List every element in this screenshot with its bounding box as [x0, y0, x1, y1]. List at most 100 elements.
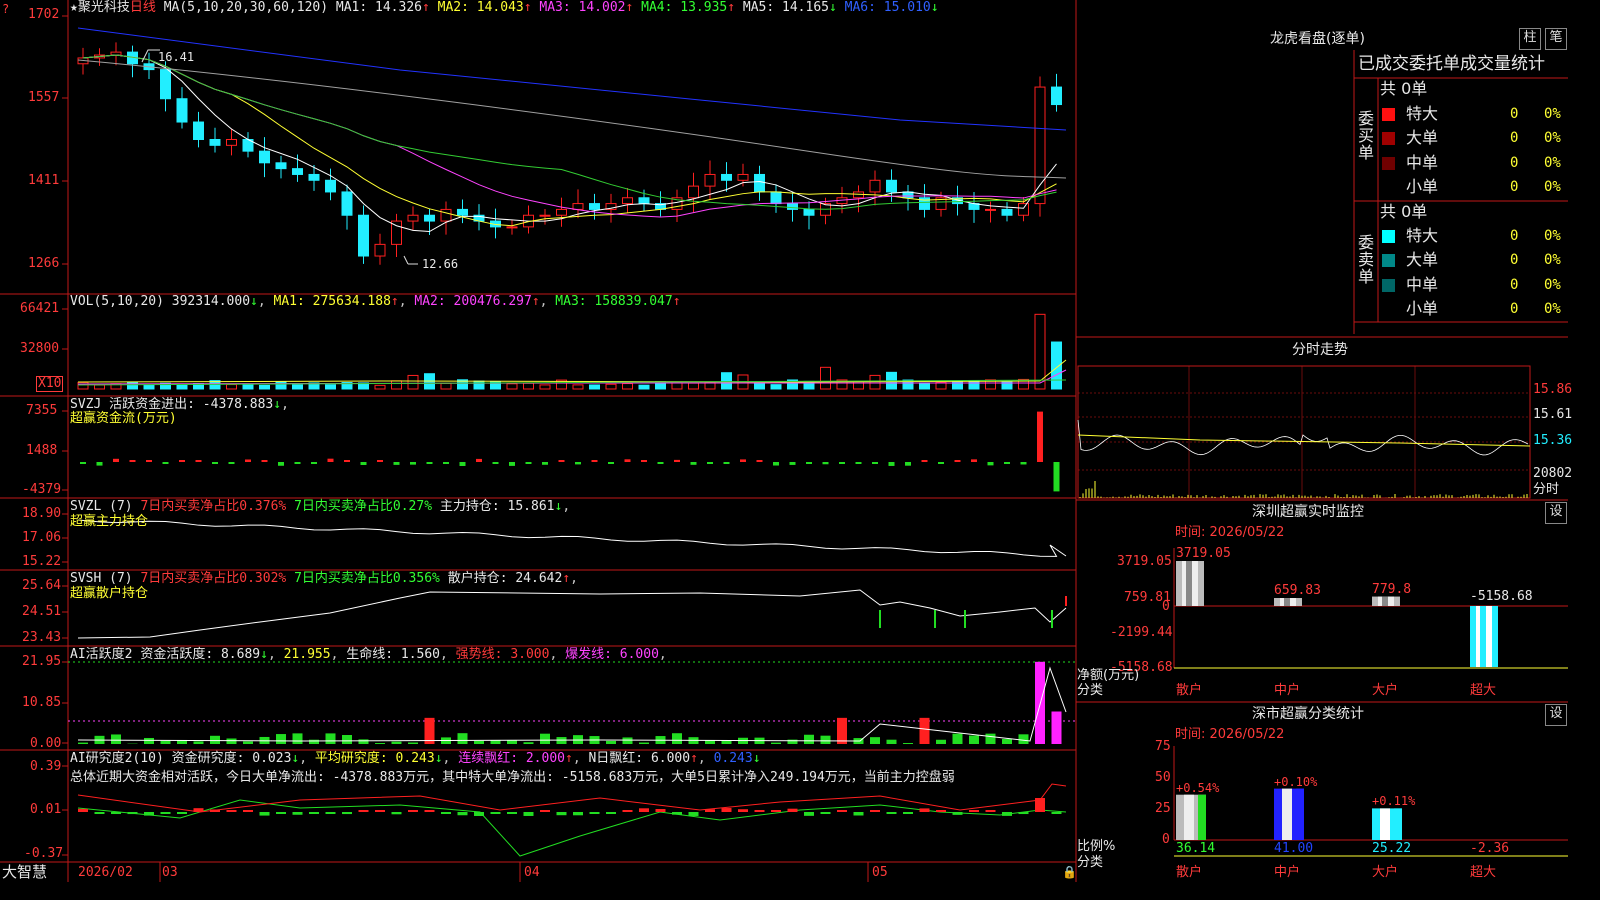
ma5-value: MA5: 14.165	[742, 0, 829, 15]
time-label: 04	[524, 865, 540, 880]
candle-body	[787, 203, 798, 210]
volume-bar	[226, 384, 237, 390]
flow-bar	[707, 462, 713, 464]
order-size-swatch	[1382, 278, 1395, 292]
ma2-arrow: ↑	[523, 0, 532, 15]
order-size-swatch	[1382, 132, 1395, 146]
ai1-title: AI活跃度2	[70, 647, 133, 662]
flow-bar	[443, 462, 449, 464]
ma6-value: MA6: 15.010	[844, 0, 931, 15]
activity-bar	[837, 717, 847, 744]
flow-bar	[855, 462, 862, 464]
flow-bar	[789, 462, 796, 465]
svzl-tick: 18.90	[22, 506, 62, 521]
sz-stats-value: -2.36	[1470, 841, 1510, 856]
candle-body	[209, 139, 221, 146]
research-bar	[969, 810, 979, 812]
flow-bar	[278, 462, 284, 466]
activity-bar	[936, 739, 946, 744]
sz-stats-change: +0.11%	[1372, 794, 1416, 809]
sz-stats-bar-part	[1282, 788, 1292, 840]
high-marker: 16.41	[158, 50, 195, 64]
research-bar	[94, 812, 105, 814]
flow-bar	[162, 462, 169, 464]
research-bar	[127, 812, 138, 815]
vol-tick: 32800	[20, 341, 60, 356]
column-view-button[interactable]: 柱	[1519, 28, 1541, 50]
activity-bar	[276, 734, 286, 744]
candle-body	[292, 168, 303, 175]
ai1-l1: 资金活跃度: 8.689	[140, 647, 261, 662]
time-label: 05	[872, 865, 888, 880]
candle-body	[638, 197, 650, 205]
sz-stats-bar	[1372, 808, 1402, 840]
vol-unit-badge[interactable]: X10	[36, 376, 64, 392]
activity-bar	[639, 742, 649, 744]
sell-total: 共 0单	[1380, 202, 1428, 221]
research-bar	[342, 812, 352, 815]
order-view-button[interactable]: 笔	[1545, 28, 1567, 50]
order-size-label: 中单	[1406, 274, 1439, 294]
lock-icon[interactable]: 🔒	[1062, 865, 1077, 879]
sz-stats-bar	[1274, 788, 1304, 840]
candle-body	[572, 203, 584, 210]
flow-bar	[113, 458, 119, 462]
intraday-tick: 15.36	[1533, 433, 1573, 448]
ma3-arrow: ↑	[625, 0, 634, 15]
volume-bar	[754, 382, 765, 390]
order-size-count: 0	[1510, 106, 1519, 122]
period-label[interactable]: 日线	[130, 0, 156, 15]
flow-bar	[591, 460, 598, 462]
order-size-label: 特大	[1406, 104, 1439, 123]
sz-stats-tick: 0	[1162, 832, 1170, 847]
order-size-label: 中单	[1406, 152, 1439, 172]
volume-bar	[325, 384, 336, 390]
sz-stats-tick: 75	[1155, 739, 1171, 754]
favorite-star-icon[interactable]: ★	[70, 0, 78, 15]
sz-stats-change: +0.10%	[1274, 774, 1318, 789]
activity-bar	[342, 735, 352, 744]
flow-bar	[294, 462, 301, 464]
volume-bar	[688, 382, 699, 390]
sz-monitor-bar	[1274, 598, 1302, 606]
svzl-legend: SVZL (7) 7日内买卖净占比0.376% 7日内买卖净占比0.27% 主力…	[70, 499, 571, 514]
flow-bar	[641, 460, 647, 462]
sz-monitor-value: 659.83	[1274, 583, 1321, 599]
research-bar	[853, 812, 864, 816]
flow-bar	[608, 462, 614, 464]
svsh-tick: 23.43	[22, 630, 62, 645]
order-size-pct: 0%	[1544, 300, 1561, 317]
activity-bar	[952, 733, 963, 744]
activity-bar	[523, 742, 534, 744]
ai1-legend: AI活跃度2 资金活跃度: 8.689↓, 21.955, 生命线: 1.560…	[70, 647, 667, 662]
sz-monitor-settings-button[interactable]: 设	[1545, 502, 1567, 524]
candle-body	[803, 208, 815, 216]
intraday-frame	[1077, 365, 1531, 499]
sz-stats-change: +0.54%	[1176, 780, 1220, 795]
price-tick: 1266	[28, 256, 60, 271]
research-bar	[870, 810, 880, 812]
candle-body	[275, 162, 287, 170]
volume-bar	[407, 374, 419, 390]
research-bar	[573, 812, 583, 816]
flow-bar	[1037, 411, 1043, 462]
menu-icon[interactable]: ?	[2, 2, 9, 16]
sz-stats-settings-button[interactable]: 设	[1545, 704, 1567, 726]
research-bar	[144, 812, 154, 816]
sz-stats-value: 41.00	[1274, 841, 1314, 856]
activity-bar	[160, 740, 171, 744]
activity-bar	[919, 717, 930, 744]
order-size-pct: 0%	[1544, 106, 1561, 122]
research-bar	[952, 812, 963, 815]
flow-bar	[129, 460, 136, 462]
research-bar	[771, 810, 781, 812]
activity-bar	[391, 741, 402, 744]
flow-bar	[426, 462, 433, 464]
ai2-l4-arrow: ↑	[690, 751, 698, 766]
research-bar	[787, 808, 798, 812]
flow-bar	[377, 460, 383, 462]
svzl-line	[77, 519, 1067, 557]
sz-monitor-tick: -2199.44	[1110, 625, 1173, 640]
svzj-title: SVZJ	[70, 397, 102, 412]
activity-bar	[870, 737, 880, 744]
